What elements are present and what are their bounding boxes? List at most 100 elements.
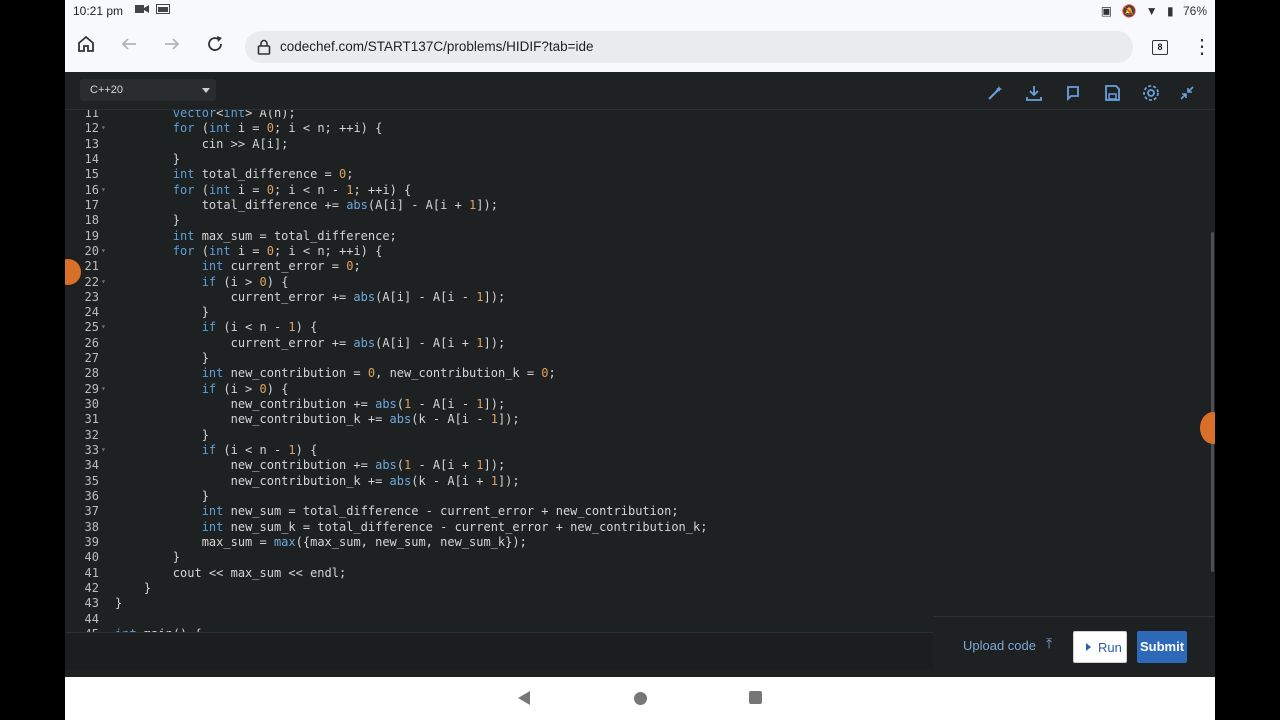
line-number: 16 xyxy=(84,182,99,197)
code-line[interactable]: 29 ▾ if (i > 0) { xyxy=(65,382,933,397)
reload-button[interactable] xyxy=(202,34,228,60)
code-text: for (int i = 0; i < n - 1; ++i) { xyxy=(172,182,412,197)
code-line[interactable]: 39 max_sum = max({max_sum, new_sum, new_… xyxy=(65,535,933,550)
code-text: total_difference += abs(A[i] - A[i + 1])… xyxy=(115,197,498,212)
fold-chevron-icon[interactable]: ▾ xyxy=(101,277,106,286)
settings-button[interactable] xyxy=(1141,83,1161,103)
forward-button[interactable] xyxy=(159,34,185,60)
code-line[interactable]: 35 new_contribution_k += abs(k - A[i + 1… xyxy=(65,474,933,489)
mute-icon: 🔕 xyxy=(1121,4,1137,18)
upload-code-link[interactable]: Upload code xyxy=(963,638,1036,653)
line-number: 41 xyxy=(84,565,99,580)
home-button[interactable] xyxy=(73,34,99,60)
code-line[interactable]: 21 int current_error = 0; xyxy=(65,259,933,274)
code-line[interactable]: 13 cin >> A[i]; xyxy=(65,137,933,152)
code-line[interactable]: 31 new_contribution_k += abs(k - A[i - 1… xyxy=(65,412,933,427)
code-text: int total_difference = 0; xyxy=(172,167,354,182)
code-line[interactable]: 22 ▾ if (i > 0) { xyxy=(65,275,933,290)
fold-chevron-icon[interactable]: ▾ xyxy=(101,246,106,255)
nav-recents-icon[interactable] xyxy=(749,691,762,704)
collapse-button[interactable] xyxy=(1177,83,1197,103)
code-line[interactable]: 30 new_contribution += abs(1 - A[i - 1])… xyxy=(65,397,933,412)
code-line[interactable]: 12 ▾ for (int i = 0; i < n; ++i) { xyxy=(65,121,933,136)
line-number: 44 xyxy=(84,611,99,626)
code-line[interactable]: 18 } xyxy=(65,213,933,228)
code-text: } xyxy=(115,427,209,442)
code-text: int new_contribution = 0, new_contributi… xyxy=(201,366,556,381)
line-number: 37 xyxy=(84,504,99,519)
line-number: 13 xyxy=(84,136,99,151)
code-line[interactable]: 40 } xyxy=(65,550,933,565)
line-number: 18 xyxy=(84,213,99,228)
status-bar: 10:21 pm ▣ 🔕 ▼ ▮ 76% xyxy=(65,0,1215,22)
code-line[interactable]: 38 int new_sum_k = total_difference - cu… xyxy=(65,520,933,535)
download-button[interactable] xyxy=(1024,83,1044,103)
code-line[interactable]: 19 int max_sum = total_difference; xyxy=(65,229,933,244)
scrollbar[interactable] xyxy=(1211,232,1214,572)
cast-icon: ▣ xyxy=(1100,4,1113,18)
android-nav-bar xyxy=(65,677,1215,720)
device-screen: 10:21 pm ▣ 🔕 ▼ ▮ 76% codechef.com/START1… xyxy=(65,0,1215,720)
code-line[interactable]: 28 int new_contribution = 0, new_contrib… xyxy=(65,366,933,381)
code-text: } xyxy=(115,213,181,228)
fold-chevron-icon[interactable]: ▾ xyxy=(101,445,106,454)
language-select[interactable]: C++20 xyxy=(80,79,216,101)
code-line[interactable]: 24 } xyxy=(65,305,933,320)
line-number: 36 xyxy=(84,489,99,503)
code-text: } xyxy=(115,151,181,166)
line-number: 26 xyxy=(84,335,99,350)
code-line[interactable]: 16 ▾ for (int i = 0; i < n - 1; ++i) { xyxy=(65,183,933,198)
format-button[interactable] xyxy=(985,83,1005,103)
code-text: for (int i = 0; i < n; ++i) { xyxy=(172,243,383,258)
code-line[interactable]: 34 new_contribution += abs(1 - A[i + 1])… xyxy=(65,458,933,473)
code-editor[interactable]: 11 vector<int> A(n); 12 ▾ for (int i = 0; … xyxy=(65,110,933,632)
upload-icon[interactable]: ⤒ xyxy=(1046,635,1052,652)
code-line[interactable]: 26 current_error += abs(A[i] - A[i + 1])… xyxy=(65,336,933,351)
code-line[interactable]: 41 cout << max_sum << endl; xyxy=(65,566,933,581)
code-line[interactable]: 17 total_difference += abs(A[i] - A[i + … xyxy=(65,198,933,213)
code-line[interactable]: 11 vector<int> A(n); xyxy=(65,110,933,121)
code-line[interactable]: 44 xyxy=(65,612,933,627)
line-number: 33 xyxy=(84,443,99,458)
line-number: 43 xyxy=(84,596,99,611)
code-text: } xyxy=(115,489,209,503)
line-number: 15 xyxy=(84,167,99,182)
code-text: if (i < n - 1) { xyxy=(201,320,318,335)
code-line[interactable]: 32 } xyxy=(65,428,933,443)
code-line[interactable]: 42 } xyxy=(65,581,933,596)
line-number: 34 xyxy=(84,458,99,473)
fold-chevron-icon[interactable]: ▾ xyxy=(101,322,106,331)
reset-button[interactable] xyxy=(1063,83,1083,103)
code-line[interactable]: 43} xyxy=(65,596,933,611)
code-line[interactable]: 36 } xyxy=(65,489,933,504)
code-line[interactable]: 37 int new_sum = total_difference - curr… xyxy=(65,504,933,519)
line-number: 28 xyxy=(84,366,99,381)
lock-icon xyxy=(257,39,271,55)
nav-back-icon[interactable] xyxy=(518,691,530,705)
reset-icon xyxy=(1067,86,1079,102)
submit-button[interactable]: Submit xyxy=(1137,631,1187,663)
code-line[interactable]: 27 } xyxy=(65,351,933,366)
fold-chevron-icon[interactable]: ▾ xyxy=(101,185,106,194)
magic-wand-icon xyxy=(988,86,1002,100)
address-bar[interactable]: codechef.com/START137C/problems/HIDIF?ta… xyxy=(245,31,1133,63)
code-line[interactable]: 23 current_error += abs(A[i] - A[i - 1])… xyxy=(65,290,933,305)
run-button[interactable]: Run xyxy=(1073,631,1127,663)
code-text: if (i > 0) { xyxy=(201,381,289,396)
line-number: 29 xyxy=(84,381,99,396)
code-text: current_error += abs(A[i] - A[i - 1]); xyxy=(115,289,506,304)
tab-switcher-button[interactable]: 8 xyxy=(1152,40,1168,55)
nav-home-icon[interactable] xyxy=(634,692,647,705)
code-line[interactable]: 20 ▾ for (int i = 0; i < n; ++i) { xyxy=(65,244,933,259)
fold-chevron-icon[interactable]: ▾ xyxy=(101,384,106,393)
back-button[interactable] xyxy=(116,34,142,60)
code-line[interactable]: 15 int total_difference = 0; xyxy=(65,167,933,182)
fold-chevron-icon[interactable]: ▾ xyxy=(101,123,106,132)
save-button[interactable] xyxy=(1102,83,1122,103)
menu-icon[interactable]: ⋮ xyxy=(1192,34,1212,60)
code-text: } xyxy=(115,351,209,366)
code-line[interactable]: 25 ▾ if (i < n - 1) { xyxy=(65,320,933,335)
code-line[interactable]: 14 } xyxy=(65,152,933,167)
code-line[interactable]: 33 ▾ if (i < n - 1) { xyxy=(65,443,933,458)
settings-icon xyxy=(1143,85,1159,101)
